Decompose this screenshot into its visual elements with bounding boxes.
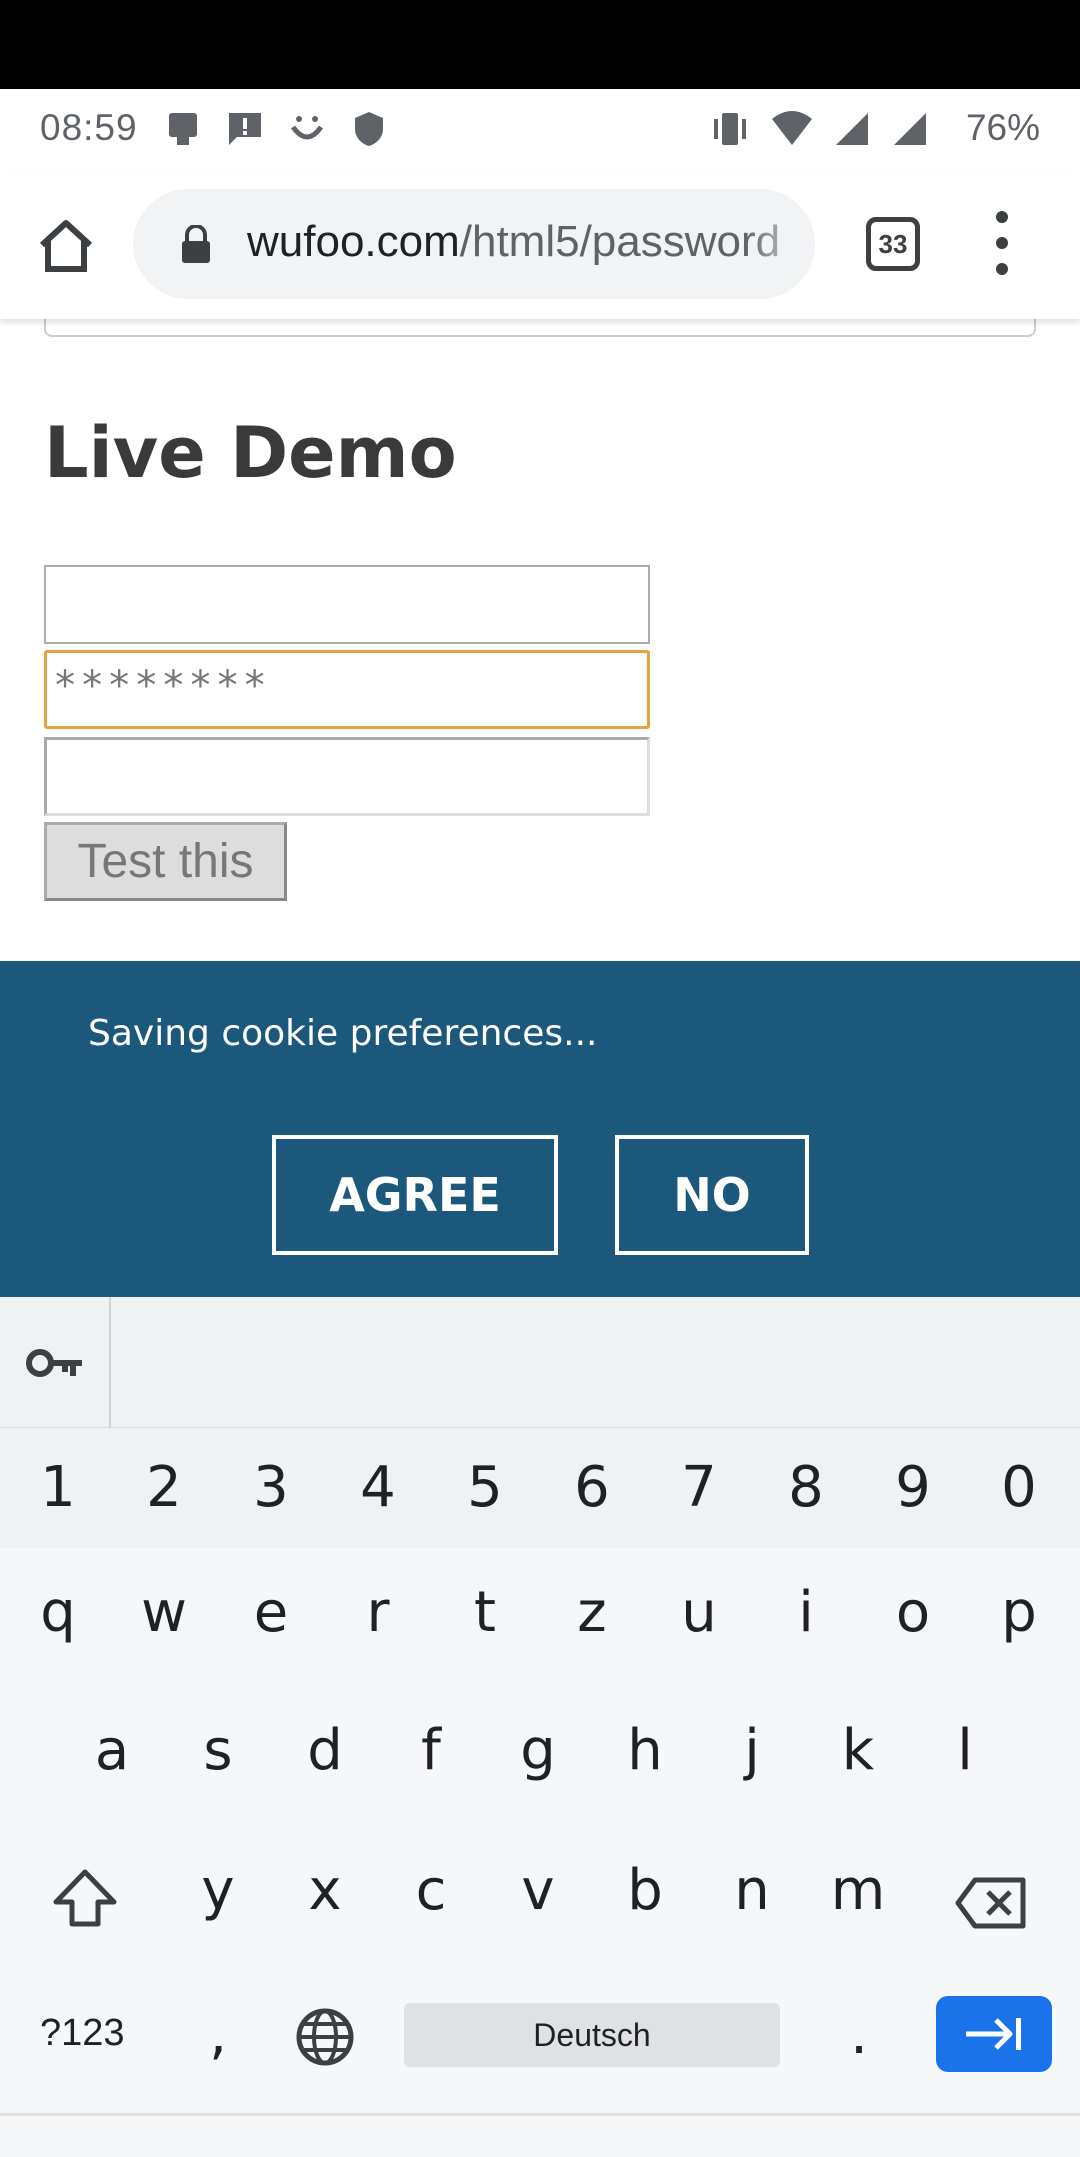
number-row: 1 2 3 4 5 6 7 8 9 0 — [0, 1428, 1080, 1548]
no-button[interactable]: NO — [615, 1135, 809, 1255]
notification-icons — [163, 109, 389, 149]
globe-icon[interactable] — [294, 2006, 356, 2068]
key-z[interactable]: z — [552, 1580, 632, 1645]
key-c[interactable]: c — [391, 1858, 471, 1923]
key-b[interactable]: b — [605, 1858, 685, 1923]
url-fade — [745, 189, 815, 299]
device-notification-icon — [169, 113, 197, 145]
alert-message-icon — [229, 113, 261, 145]
browser-toolbar: wufoo.com/html5/password 33 — [0, 171, 1080, 319]
key-t[interactable]: t — [445, 1580, 525, 1645]
key-p[interactable]: p — [979, 1580, 1059, 1645]
battery-level: 76% — [965, 107, 1040, 148]
text-input[interactable] — [44, 565, 650, 644]
page-heading: Live Demo — [44, 412, 457, 494]
password-input[interactable]: ******** — [44, 650, 650, 729]
keyboard: 1 2 3 4 5 6 7 8 9 0 q w e r t z u i o p … — [0, 1428, 1080, 2157]
home-icon[interactable] — [36, 217, 96, 277]
backspace-icon[interactable] — [955, 1876, 1027, 1930]
key-f[interactable]: f — [391, 1718, 471, 1783]
key-l[interactable]: l — [925, 1718, 1005, 1783]
url-text: wufoo.com/html5/password — [247, 217, 780, 267]
confirm-input[interactable] — [44, 737, 650, 816]
cookie-message: Saving cookie preferences... — [88, 1013, 598, 1054]
key-o[interactable]: o — [873, 1580, 953, 1645]
key-s[interactable]: s — [178, 1718, 258, 1783]
status-bar: 08:59 76% — [0, 89, 1080, 171]
key-n[interactable]: n — [712, 1858, 792, 1923]
tab-count: 33 — [878, 228, 908, 259]
overflow-menu-icon[interactable] — [990, 211, 1014, 275]
key-e[interactable]: e — [231, 1580, 311, 1645]
key-x[interactable]: x — [285, 1858, 365, 1923]
key-j[interactable]: j — [712, 1718, 792, 1783]
space-label: Deutsch — [533, 2016, 651, 2053]
space-key[interactable]: Deutsch — [404, 2003, 780, 2067]
key-u[interactable]: u — [659, 1580, 739, 1645]
key-i[interactable]: i — [766, 1580, 846, 1645]
shield-icon — [355, 112, 383, 146]
key-0[interactable]: 0 — [979, 1455, 1059, 1520]
navigation-divider — [0, 2113, 1080, 2116]
agree-button[interactable]: AGREE — [272, 1135, 558, 1255]
key-1[interactable]: 1 — [18, 1455, 98, 1520]
key-a[interactable]: a — [72, 1718, 152, 1783]
keyboard-suggestion-bar — [0, 1297, 1080, 1428]
key-icon — [25, 1348, 82, 1377]
cookie-banner: Saving cookie preferences... AGREE NO — [0, 961, 1080, 1297]
key-v[interactable]: v — [498, 1858, 578, 1923]
smiley-icon — [290, 116, 324, 140]
key-4[interactable]: 4 — [338, 1455, 418, 1520]
wifi-icon — [772, 111, 812, 145]
url-host: wufoo.com — [247, 217, 460, 266]
key-q[interactable]: q — [18, 1580, 98, 1645]
signal-icon-2 — [894, 113, 926, 145]
key-2[interactable]: 2 — [124, 1455, 204, 1520]
test-button[interactable]: Test this — [44, 822, 287, 901]
status-time: 08:59 — [40, 107, 138, 148]
tab-arrow-icon — [966, 2018, 1021, 2050]
key-k[interactable]: k — [818, 1718, 898, 1783]
key-m[interactable]: m — [818, 1858, 898, 1923]
key-d[interactable]: d — [285, 1718, 365, 1783]
key-y[interactable]: y — [178, 1858, 258, 1923]
next-field-key[interactable] — [936, 1996, 1052, 2072]
shift-icon[interactable] — [52, 1868, 118, 1928]
key-r[interactable]: r — [338, 1580, 418, 1645]
password-manager-button[interactable] — [0, 1297, 111, 1428]
vibrate-icon — [714, 113, 746, 145]
key-9[interactable]: 9 — [873, 1455, 953, 1520]
web-page: Live Demo ******** Test this — [0, 299, 1080, 961]
symbols-key[interactable]: ?123 — [40, 2012, 125, 2055]
key-w[interactable]: w — [124, 1580, 204, 1645]
key-5[interactable]: 5 — [445, 1455, 525, 1520]
period-key[interactable]: . — [819, 2002, 899, 2067]
top-black-bar — [0, 0, 1080, 89]
key-g[interactable]: g — [498, 1718, 578, 1783]
url-path: /html5/password — [459, 217, 781, 266]
key-6[interactable]: 6 — [552, 1455, 632, 1520]
key-7[interactable]: 7 — [659, 1455, 739, 1520]
comma-key[interactable]: , — [178, 2002, 258, 2067]
key-h[interactable]: h — [605, 1718, 685, 1783]
lock-icon — [182, 225, 210, 263]
tab-switcher-button[interactable]: 33 — [866, 217, 920, 271]
password-value: ******** — [53, 663, 270, 709]
key-8[interactable]: 8 — [766, 1455, 846, 1520]
signal-icon — [836, 113, 868, 145]
key-3[interactable]: 3 — [231, 1455, 311, 1520]
system-icons — [708, 109, 930, 149]
address-bar[interactable]: wufoo.com/html5/password — [133, 189, 815, 299]
